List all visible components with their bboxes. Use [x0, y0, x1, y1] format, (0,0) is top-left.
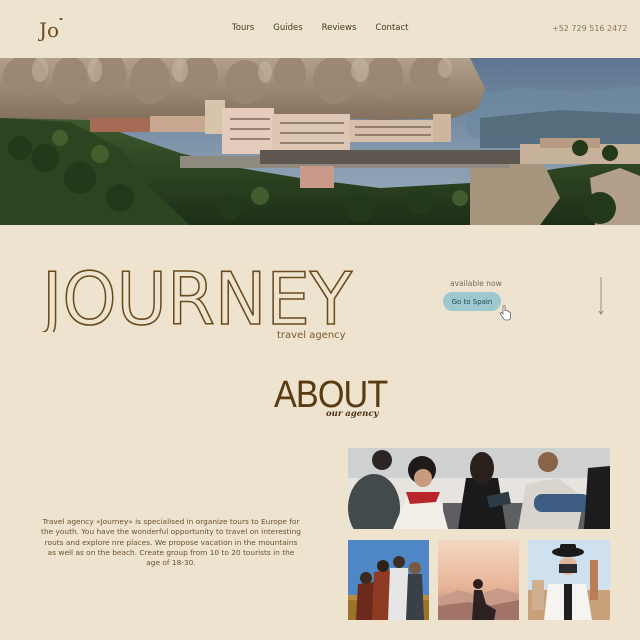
about-description: Travel agency «Journey» is specialised i…: [41, 517, 301, 568]
tagline: travel agency: [277, 330, 346, 341]
photographer-photo: [528, 540, 610, 620]
hero-image: [0, 58, 640, 225]
nav-guides[interactable]: Guides: [273, 23, 302, 33]
sunset-hiker-photo: [438, 540, 519, 620]
phone-number[interactable]: +52 729 516 2472: [552, 24, 627, 33]
main-nav: Tours Guides Reviews Contact: [232, 23, 409, 33]
nav-tours[interactable]: Tours: [232, 23, 254, 33]
group-photo: [348, 448, 610, 529]
svg-text:JOURNEY: JOURNEY: [42, 258, 353, 332]
svg-text:Jo: Jo: [38, 18, 59, 41]
journey-logo[interactable]: Jo: [38, 15, 68, 41]
nav-reviews[interactable]: Reviews: [322, 23, 357, 33]
friends-photo: [348, 540, 429, 620]
nav-contact[interactable]: Contact: [375, 23, 408, 33]
site-header: Jo Tours Guides Reviews Contact +52 729 …: [0, 0, 640, 58]
hand-cursor-icon: [499, 305, 511, 321]
go-to-spain-button[interactable]: Go to Spain: [443, 292, 501, 311]
scroll-down-arrow-icon[interactable]: [598, 277, 604, 315]
availability-label: available now: [450, 279, 502, 288]
about-subtitle: our agency: [326, 409, 379, 419]
journey-title: JOURNEY: [42, 258, 354, 332]
